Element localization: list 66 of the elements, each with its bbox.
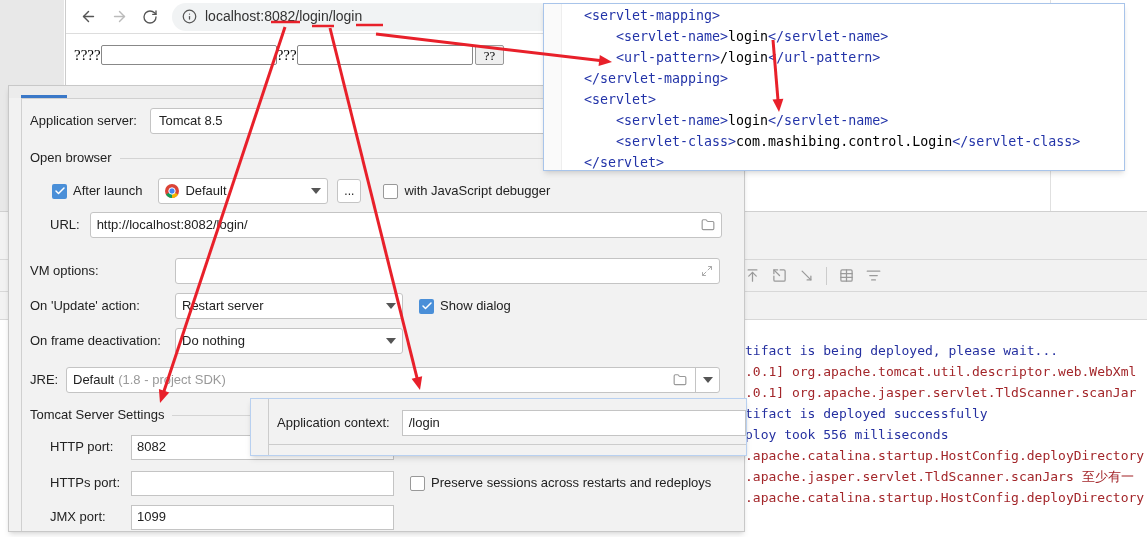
field-label: HTTP port:: [50, 438, 115, 457]
checkbox[interactable]: [410, 475, 425, 491]
restore-icon[interactable]: [772, 268, 787, 283]
console-line: .apache.catalina.startup.HostConfig.deployDirectory: [745, 447, 1145, 465]
section-title: Open browser: [30, 149, 112, 168]
jre-value: Default: [73, 371, 115, 390]
console-line: .0.1] org.apache.jasper.servlet.TldScanner.scanJar: [745, 384, 1137, 402]
jmx-port-field[interactable]: 1099: [131, 504, 394, 530]
forward-icon[interactable]: [111, 8, 128, 25]
checkbox[interactable]: [52, 183, 67, 199]
checkbox-label: Show dialog: [440, 297, 511, 316]
form-label: ????: [74, 46, 101, 65]
console-line: tifact is being deployed, please wait...: [745, 342, 1059, 360]
field-label: Application context:: [277, 413, 390, 432]
folder-icon: [673, 373, 687, 387]
checkbox[interactable]: [419, 298, 434, 314]
console-line: .apache.catalina.startup.HostConfig.deployDirectory: [745, 489, 1145, 507]
field-label: URL:: [50, 216, 80, 235]
form-label: ???: [276, 46, 297, 65]
expand-icon: [701, 265, 713, 277]
field-label: JRE:: [30, 371, 60, 390]
field-label: HTTPs port:: [50, 474, 122, 493]
field-label: On frame deactivation:: [30, 332, 162, 351]
console-line: tifact is deployed successfully: [745, 405, 988, 423]
cursor-icon[interactable]: [799, 268, 814, 283]
browser-logo-icon: [165, 184, 180, 198]
underline-mark: [271, 20, 300, 24]
console-line: .0.1] org.apache.tomcat.util.descriptor.web.WebXml: [745, 363, 1137, 381]
checkbox-label: After launch: [73, 182, 143, 201]
input-field[interactable]: [296, 45, 473, 66]
address-bar[interactable]: localhost:8082/login/login: [172, 2, 545, 31]
checkbox-label: Preserve sessions across restarts and redeploys: [431, 474, 712, 493]
back-icon[interactable]: [80, 8, 97, 25]
caret-icon: [386, 338, 396, 344]
caret-icon: [311, 188, 322, 194]
info-icon: [182, 9, 197, 24]
code-line: <servlet>: [584, 91, 658, 109]
list-icon[interactable]: [866, 268, 881, 283]
section-title: Tomcat Server Settings: [30, 406, 165, 425]
more-button[interactable]: ...: [337, 179, 362, 203]
field-label: On 'Update' action:: [30, 297, 141, 316]
code-line: </servlet-mapping>: [584, 70, 730, 88]
reload-icon[interactable]: [142, 8, 158, 25]
underline-mark: [356, 23, 383, 27]
code-line: </servlet>: [584, 154, 666, 172]
https-port-field[interactable]: [131, 470, 394, 496]
field-label: JMX port:: [50, 508, 107, 527]
code-line: <servlet-mapping>: [584, 7, 722, 25]
code-line: <servlet-name>login</servlet-name>: [615, 28, 890, 46]
code-line: <servlet-class>com.mashibing.control.Login</servlet-class>: [615, 133, 1081, 151]
caret-icon: [386, 303, 396, 309]
input-field[interactable]: [100, 45, 277, 66]
field-label: Application server:: [30, 112, 138, 131]
application-context-field[interactable]: /login: [401, 409, 746, 436]
table-icon[interactable]: [839, 268, 854, 283]
underline-mark: [312, 24, 334, 28]
checkbox-label: with JavaScript debugger: [404, 182, 551, 201]
frame-deactivation-select[interactable]: Do nothing: [175, 328, 403, 354]
browser-select[interactable]: Default: [158, 178, 329, 204]
vm-options-field[interactable]: [175, 258, 720, 284]
folder-icon: [700, 218, 715, 232]
upload-icon[interactable]: [745, 268, 760, 283]
console-line: .apache.jasper.servlet.TldScanner.scanJars 至少有一: [745, 468, 1134, 486]
caret-icon: [702, 377, 713, 383]
checkbox[interactable]: [383, 183, 399, 199]
field-label: VM options:: [30, 262, 100, 281]
